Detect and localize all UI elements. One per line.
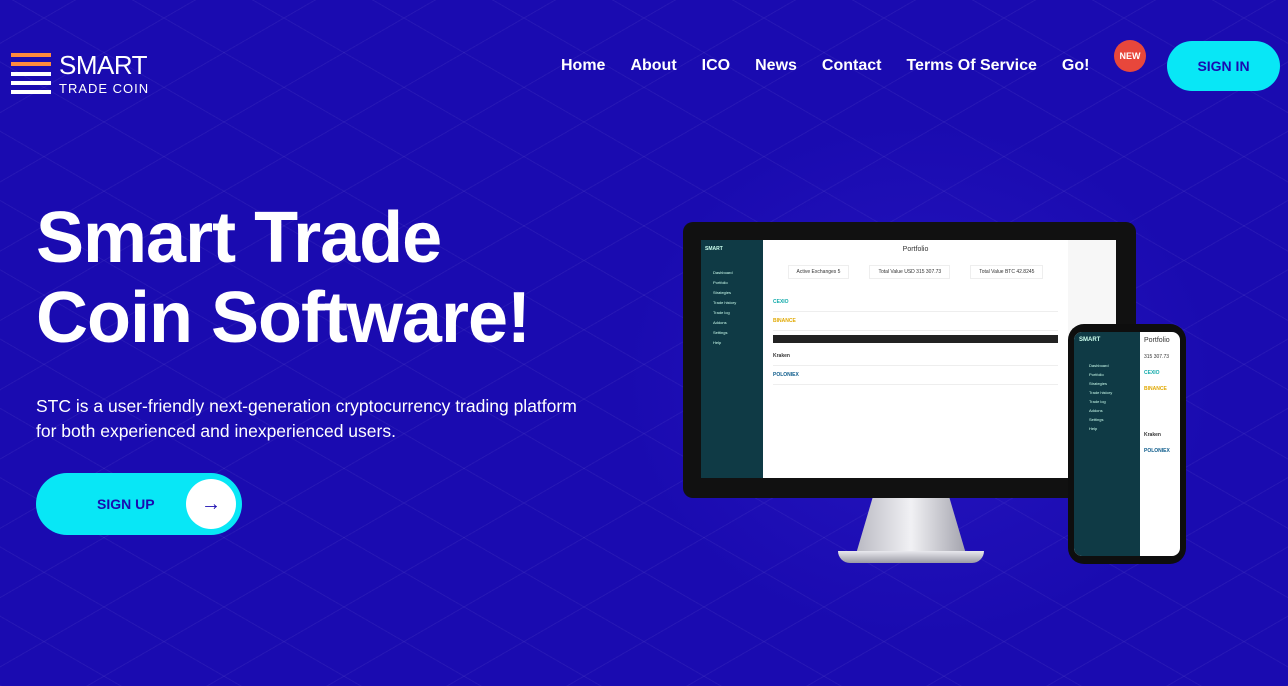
logo-mark-icon <box>11 52 51 95</box>
mock-menu-item: Addons <box>713 320 727 325</box>
hero-title-line2: Coin Software! <box>36 278 531 358</box>
mock-brand: SMART <box>705 246 723 252</box>
mock-menu-item: Settings <box>713 330 728 335</box>
phone-menu-item: Trade history <box>1089 390 1113 395</box>
mock-exchange-row: POLONIEX <box>773 366 1058 385</box>
phone-menu-item: Strategies <box>1089 381 1108 386</box>
mock-sidebar: SMART Dashboard Portfolio Strategies Tra… <box>701 240 763 478</box>
nav-home[interactable]: Home <box>561 57 605 75</box>
phone-menu-item: Help <box>1089 426 1098 431</box>
phone-exchange: POLONIEX <box>1144 448 1170 454</box>
hero-subtitle-line1: STC is a user-friendly next-generation c… <box>36 396 577 416</box>
phone-exchange: BINANCE <box>1144 386 1167 392</box>
mock-exchange-row: BINANCE <box>773 312 1058 331</box>
mock-menu-item: Trade history <box>713 300 737 305</box>
nav-terms[interactable]: Terms Of Service <box>906 57 1036 75</box>
mock-table-header <box>773 335 1058 343</box>
nav-go[interactable]: Go! <box>1062 57 1090 75</box>
phone-total: 315 307.73 <box>1144 354 1170 360</box>
site-logo[interactable]: SMART TRADE COIN <box>11 52 149 95</box>
mock-page-title: Portfolio <box>902 246 929 253</box>
desktop-screen: SMART Dashboard Portfolio Strategies Tra… <box>701 240 1116 478</box>
hero-subtitle-line2: for both experienced and inexperienced u… <box>36 421 396 441</box>
phone-page-title: Portfolio <box>1144 337 1170 344</box>
hero-title: Smart Trade Coin Software! <box>36 198 636 358</box>
mock-main: Portfolio Active Exchanges 5 Total Value… <box>763 240 1068 478</box>
nav-news[interactable]: News <box>755 57 797 75</box>
mock-exchange-row: CEXIO <box>773 293 1058 312</box>
nav-about[interactable]: About <box>630 57 676 75</box>
phone-exchange: Kraken <box>1144 432 1161 438</box>
nav-ico[interactable]: ICO <box>702 57 730 75</box>
mock-menu-item: Portfolio <box>713 280 728 285</box>
phone-exchange: CEXIO <box>1144 370 1160 376</box>
phone-mockup: SMART Dashboard Portfolio Strategies Tra… <box>1068 324 1186 564</box>
mock-stat: Active Exchanges 5 <box>787 265 850 279</box>
mock-menu-item: Trade log <box>713 310 730 315</box>
sign-up-button[interactable]: SIGN UP → <box>36 473 242 535</box>
mock-menu-item: Dashboard <box>713 270 733 275</box>
main-nav: Home About ICO News Contact Terms Of Ser… <box>561 57 1089 75</box>
phone-sidebar: SMART Dashboard Portfolio Strategies Tra… <box>1074 332 1140 556</box>
sign-in-button[interactable]: SIGN IN <box>1167 41 1280 91</box>
phone-brand: SMART <box>1079 337 1101 343</box>
mock-stat: Total Value BTC 42.8245 <box>970 265 1044 279</box>
new-badge: NEW <box>1114 40 1146 72</box>
mock-menu-item: Strategies <box>713 290 732 295</box>
logo-name: SMART <box>59 50 148 80</box>
nav-contact[interactable]: Contact <box>822 57 882 75</box>
hero-subtitle: STC is a user-friendly next-generation c… <box>36 394 616 444</box>
phone-menu-item: Dashboard <box>1089 363 1109 368</box>
logo-tagline: TRADE COIN <box>59 81 150 96</box>
mock-stats: Active Exchanges 5 Total Value USD 315 3… <box>773 265 1058 279</box>
monitor-base <box>838 551 984 563</box>
phone-screen: SMART Dashboard Portfolio Strategies Tra… <box>1074 332 1180 556</box>
phone-menu-item: Addons <box>1089 408 1103 413</box>
phone-menu-item: Trade log <box>1089 399 1106 404</box>
monitor-stand <box>856 498 966 554</box>
mock-menu-item: Help <box>713 340 722 345</box>
phone-main: Portfolio 315 307.73 CEXIO BINANCE Krake… <box>1140 332 1180 556</box>
mock-stat: Total Value USD 315 307.73 <box>869 265 951 279</box>
phone-menu-item: Settings <box>1089 417 1104 422</box>
sign-up-label: SIGN UP <box>97 496 155 512</box>
mock-exchange-row: Kraken <box>773 347 1058 366</box>
hero-title-line1: Smart Trade <box>36 198 442 278</box>
phone-menu-item: Portfolio <box>1089 372 1104 377</box>
arrow-right-icon: → <box>186 479 236 529</box>
